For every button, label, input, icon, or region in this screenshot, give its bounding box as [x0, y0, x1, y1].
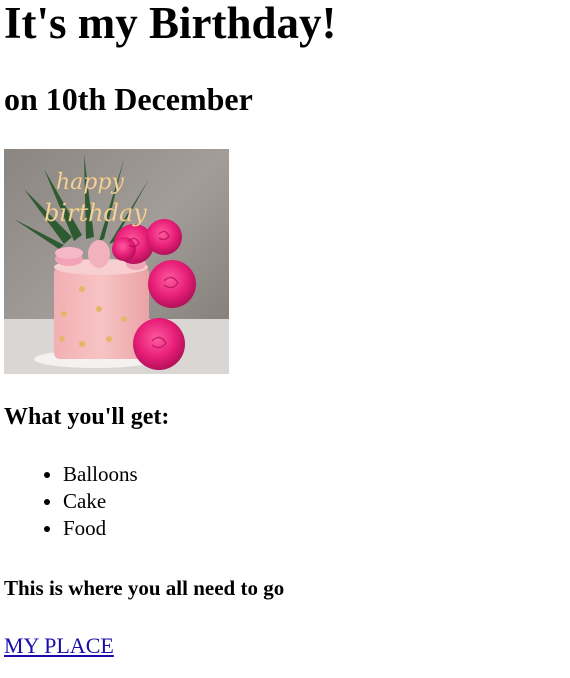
location-heading: This is where you all need to go — [4, 576, 285, 600]
birthday-cake-image: happy birthday — [4, 149, 229, 374]
gifts-heading: What you'll get: — [4, 404, 170, 430]
svg-text:happy: happy — [56, 170, 124, 195]
page: It's my Birthday! on 10th December happy… — [0, 0, 570, 659]
page-title: It's my Birthday! — [4, 0, 337, 48]
list-item: Food — [63, 515, 566, 542]
list-item: Balloons — [63, 461, 566, 488]
svg-text:birthday: birthday — [44, 199, 147, 227]
my-place-link[interactable]: MY PLACE — [4, 633, 114, 659]
event-date: on 10th December — [4, 81, 253, 117]
list-item: Cake — [63, 488, 566, 515]
gifts-list: Balloons Cake Food — [4, 461, 566, 542]
